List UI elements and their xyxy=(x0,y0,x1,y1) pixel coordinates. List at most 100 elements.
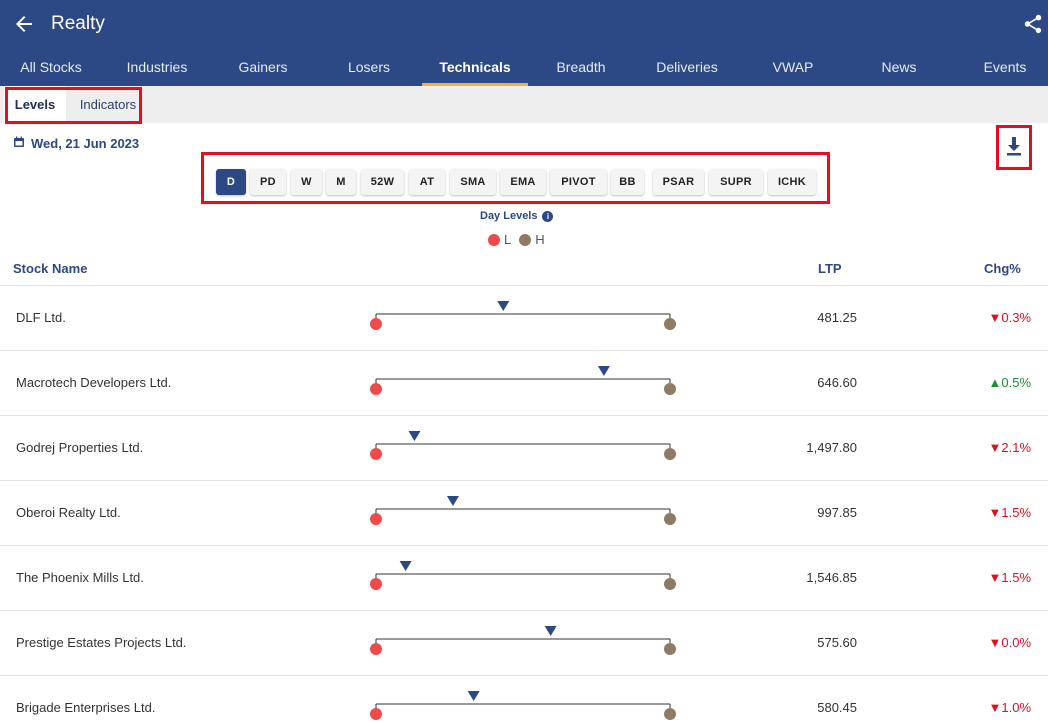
ltp-value: 1,497.80 xyxy=(806,440,857,455)
ltp-value: 575.60 xyxy=(817,635,857,650)
stock-name[interactable]: The Phoenix Mills Ltd. xyxy=(16,546,144,610)
page-title: Realty xyxy=(51,13,105,34)
tab-gainers[interactable]: Gainers xyxy=(222,48,304,86)
column-header-stock-name[interactable]: Stock Name xyxy=(13,261,87,276)
low-dot-icon xyxy=(488,233,500,246)
stock-name[interactable]: Macrotech Developers Ltd. xyxy=(16,351,171,415)
ltp-value: 580.45 xyxy=(817,700,857,715)
stock-name[interactable]: Brigade Enterprises Ltd. xyxy=(16,676,155,723)
back-arrow-icon[interactable] xyxy=(12,12,36,36)
table-row[interactable]: The Phoenix Mills Ltd. 1,546.85 ▼1.5% xyxy=(0,545,1048,610)
high-marker xyxy=(664,708,676,720)
info-icon[interactable]: i xyxy=(542,210,554,222)
stock-name[interactable]: Oberoi Realty Ltd. xyxy=(16,481,121,545)
tab-vwap[interactable]: VWAP xyxy=(752,48,834,86)
tab-events[interactable]: Events xyxy=(964,48,1046,86)
low-marker xyxy=(370,708,382,720)
legend-low-label: L xyxy=(504,232,512,247)
chip-at[interactable]: AT xyxy=(409,169,445,195)
stock-name[interactable]: DLF Ltd. xyxy=(16,286,66,350)
low-marker xyxy=(370,513,382,525)
table-row[interactable]: Godrej Properties Ltd. 1,497.80 ▼2.1% xyxy=(0,415,1048,480)
ltp-marker-icon xyxy=(497,301,510,311)
table-row[interactable]: Brigade Enterprises Ltd. 580.45 ▼1.0% xyxy=(0,675,1048,723)
ltp-value: 481.25 xyxy=(817,310,857,325)
table-row[interactable]: Oberoi Realty Ltd. 997.85 ▼1.5% xyxy=(0,480,1048,545)
calendar-icon xyxy=(13,136,25,151)
high-marker xyxy=(664,578,676,590)
tab-losers[interactable]: Losers xyxy=(328,48,410,86)
tab-technicals[interactable]: Technicals xyxy=(422,48,528,86)
download-icon[interactable] xyxy=(1003,134,1025,158)
chip-supr[interactable]: SUPR xyxy=(709,169,763,195)
ltp-value: 1,546.85 xyxy=(806,570,857,585)
ltp-marker-icon xyxy=(544,626,557,636)
ltp-marker-icon xyxy=(446,496,459,506)
chip-w[interactable]: W xyxy=(291,169,322,195)
table-row[interactable]: DLF Ltd. 481.25 ▼0.3% xyxy=(0,285,1048,350)
nav-tabs: All Stocks Industries Gainers Losers Tec… xyxy=(0,48,1048,86)
subtab-indicators[interactable]: Indicators xyxy=(70,86,146,123)
chip-d[interactable]: D xyxy=(216,169,246,195)
change-percent: ▼1.5% xyxy=(988,570,1032,585)
stock-name[interactable]: Godrej Properties Ltd. xyxy=(16,416,143,480)
chip-m[interactable]: M xyxy=(326,169,356,195)
app-header: Realty All Stocks Industries Gainers Los… xyxy=(0,0,1048,86)
low-marker xyxy=(370,578,382,590)
table-row[interactable]: Macrotech Developers Ltd. 646.60 ▲0.5% xyxy=(0,350,1048,415)
ltp-value: 997.85 xyxy=(817,505,857,520)
low-marker xyxy=(370,643,382,655)
stock-name[interactable]: Prestige Estates Projects Ltd. xyxy=(16,611,187,675)
high-marker xyxy=(664,513,676,525)
date-text: Wed, 21 Jun 2023 xyxy=(31,136,140,151)
chip-bb[interactable]: BB xyxy=(611,169,644,195)
ltp-marker-icon xyxy=(408,431,421,441)
high-dot-icon xyxy=(519,233,532,246)
tab-all-stocks[interactable]: All Stocks xyxy=(10,48,92,86)
change-percent: ▼2.1% xyxy=(988,440,1032,455)
ltp-marker-icon xyxy=(399,561,412,571)
ltp-marker-icon xyxy=(597,366,610,376)
low-marker xyxy=(370,318,382,330)
share-icon[interactable] xyxy=(1022,13,1044,35)
chip-psar[interactable]: PSAR xyxy=(653,169,704,195)
day-range-bar xyxy=(370,430,678,470)
high-marker xyxy=(664,643,676,655)
tab-breadth[interactable]: Breadth xyxy=(540,48,622,86)
ltp-value: 646.60 xyxy=(817,375,857,390)
day-range-bar xyxy=(370,625,678,665)
chip-pivot[interactable]: PIVOT xyxy=(550,169,607,195)
day-range-bar xyxy=(370,690,678,723)
levels-title-text: Day Levels xyxy=(480,210,538,222)
chip-sma[interactable]: SMA xyxy=(450,169,496,195)
chip-ichk[interactable]: ICHK xyxy=(768,169,816,195)
chip-pd[interactable]: PD xyxy=(250,169,286,195)
high-marker xyxy=(664,383,676,395)
change-percent: ▼1.5% xyxy=(988,505,1032,520)
levels-title: Day Levels i xyxy=(480,210,554,222)
subtab-levels[interactable]: Levels xyxy=(4,86,66,123)
legend-high-label: H xyxy=(535,232,545,247)
tab-deliveries[interactable]: Deliveries xyxy=(646,48,728,86)
chip-52w[interactable]: 52W xyxy=(361,169,404,195)
day-range-bar xyxy=(370,560,678,600)
low-marker xyxy=(370,383,382,395)
change-percent: ▼1.0% xyxy=(988,700,1032,715)
levels-legend: L H xyxy=(488,232,545,247)
day-range-bar xyxy=(370,495,678,535)
day-range-bar xyxy=(370,365,678,405)
table-row[interactable]: Prestige Estates Projects Ltd. 575.60 ▼0.0… xyxy=(0,610,1048,675)
change-percent: ▲0.5% xyxy=(988,375,1032,390)
chip-ema[interactable]: EMA xyxy=(500,169,546,195)
column-header-chg[interactable]: Chg% xyxy=(984,261,1021,276)
high-marker xyxy=(664,448,676,460)
date-display: Wed, 21 Jun 2023 xyxy=(13,136,139,151)
low-marker xyxy=(370,448,382,460)
ltp-marker-icon xyxy=(467,691,480,701)
day-range-bar xyxy=(370,300,678,340)
column-header-ltp[interactable]: LTP xyxy=(818,261,842,276)
tab-news[interactable]: News xyxy=(858,48,940,86)
tab-industries[interactable]: Industries xyxy=(116,48,198,86)
change-percent: ▼0.0% xyxy=(988,635,1032,650)
sub-tabs: Levels Indicators xyxy=(0,86,1048,123)
